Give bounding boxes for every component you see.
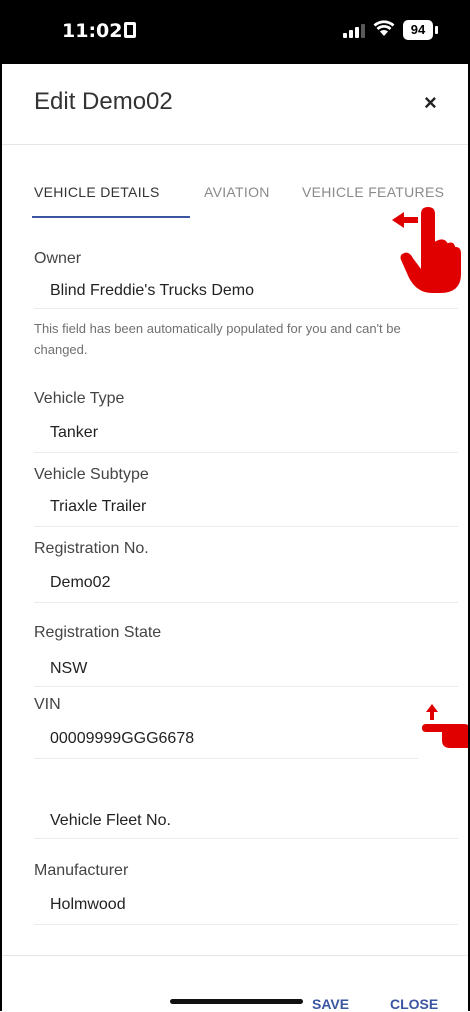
device-frame (0, 0, 470, 1011)
